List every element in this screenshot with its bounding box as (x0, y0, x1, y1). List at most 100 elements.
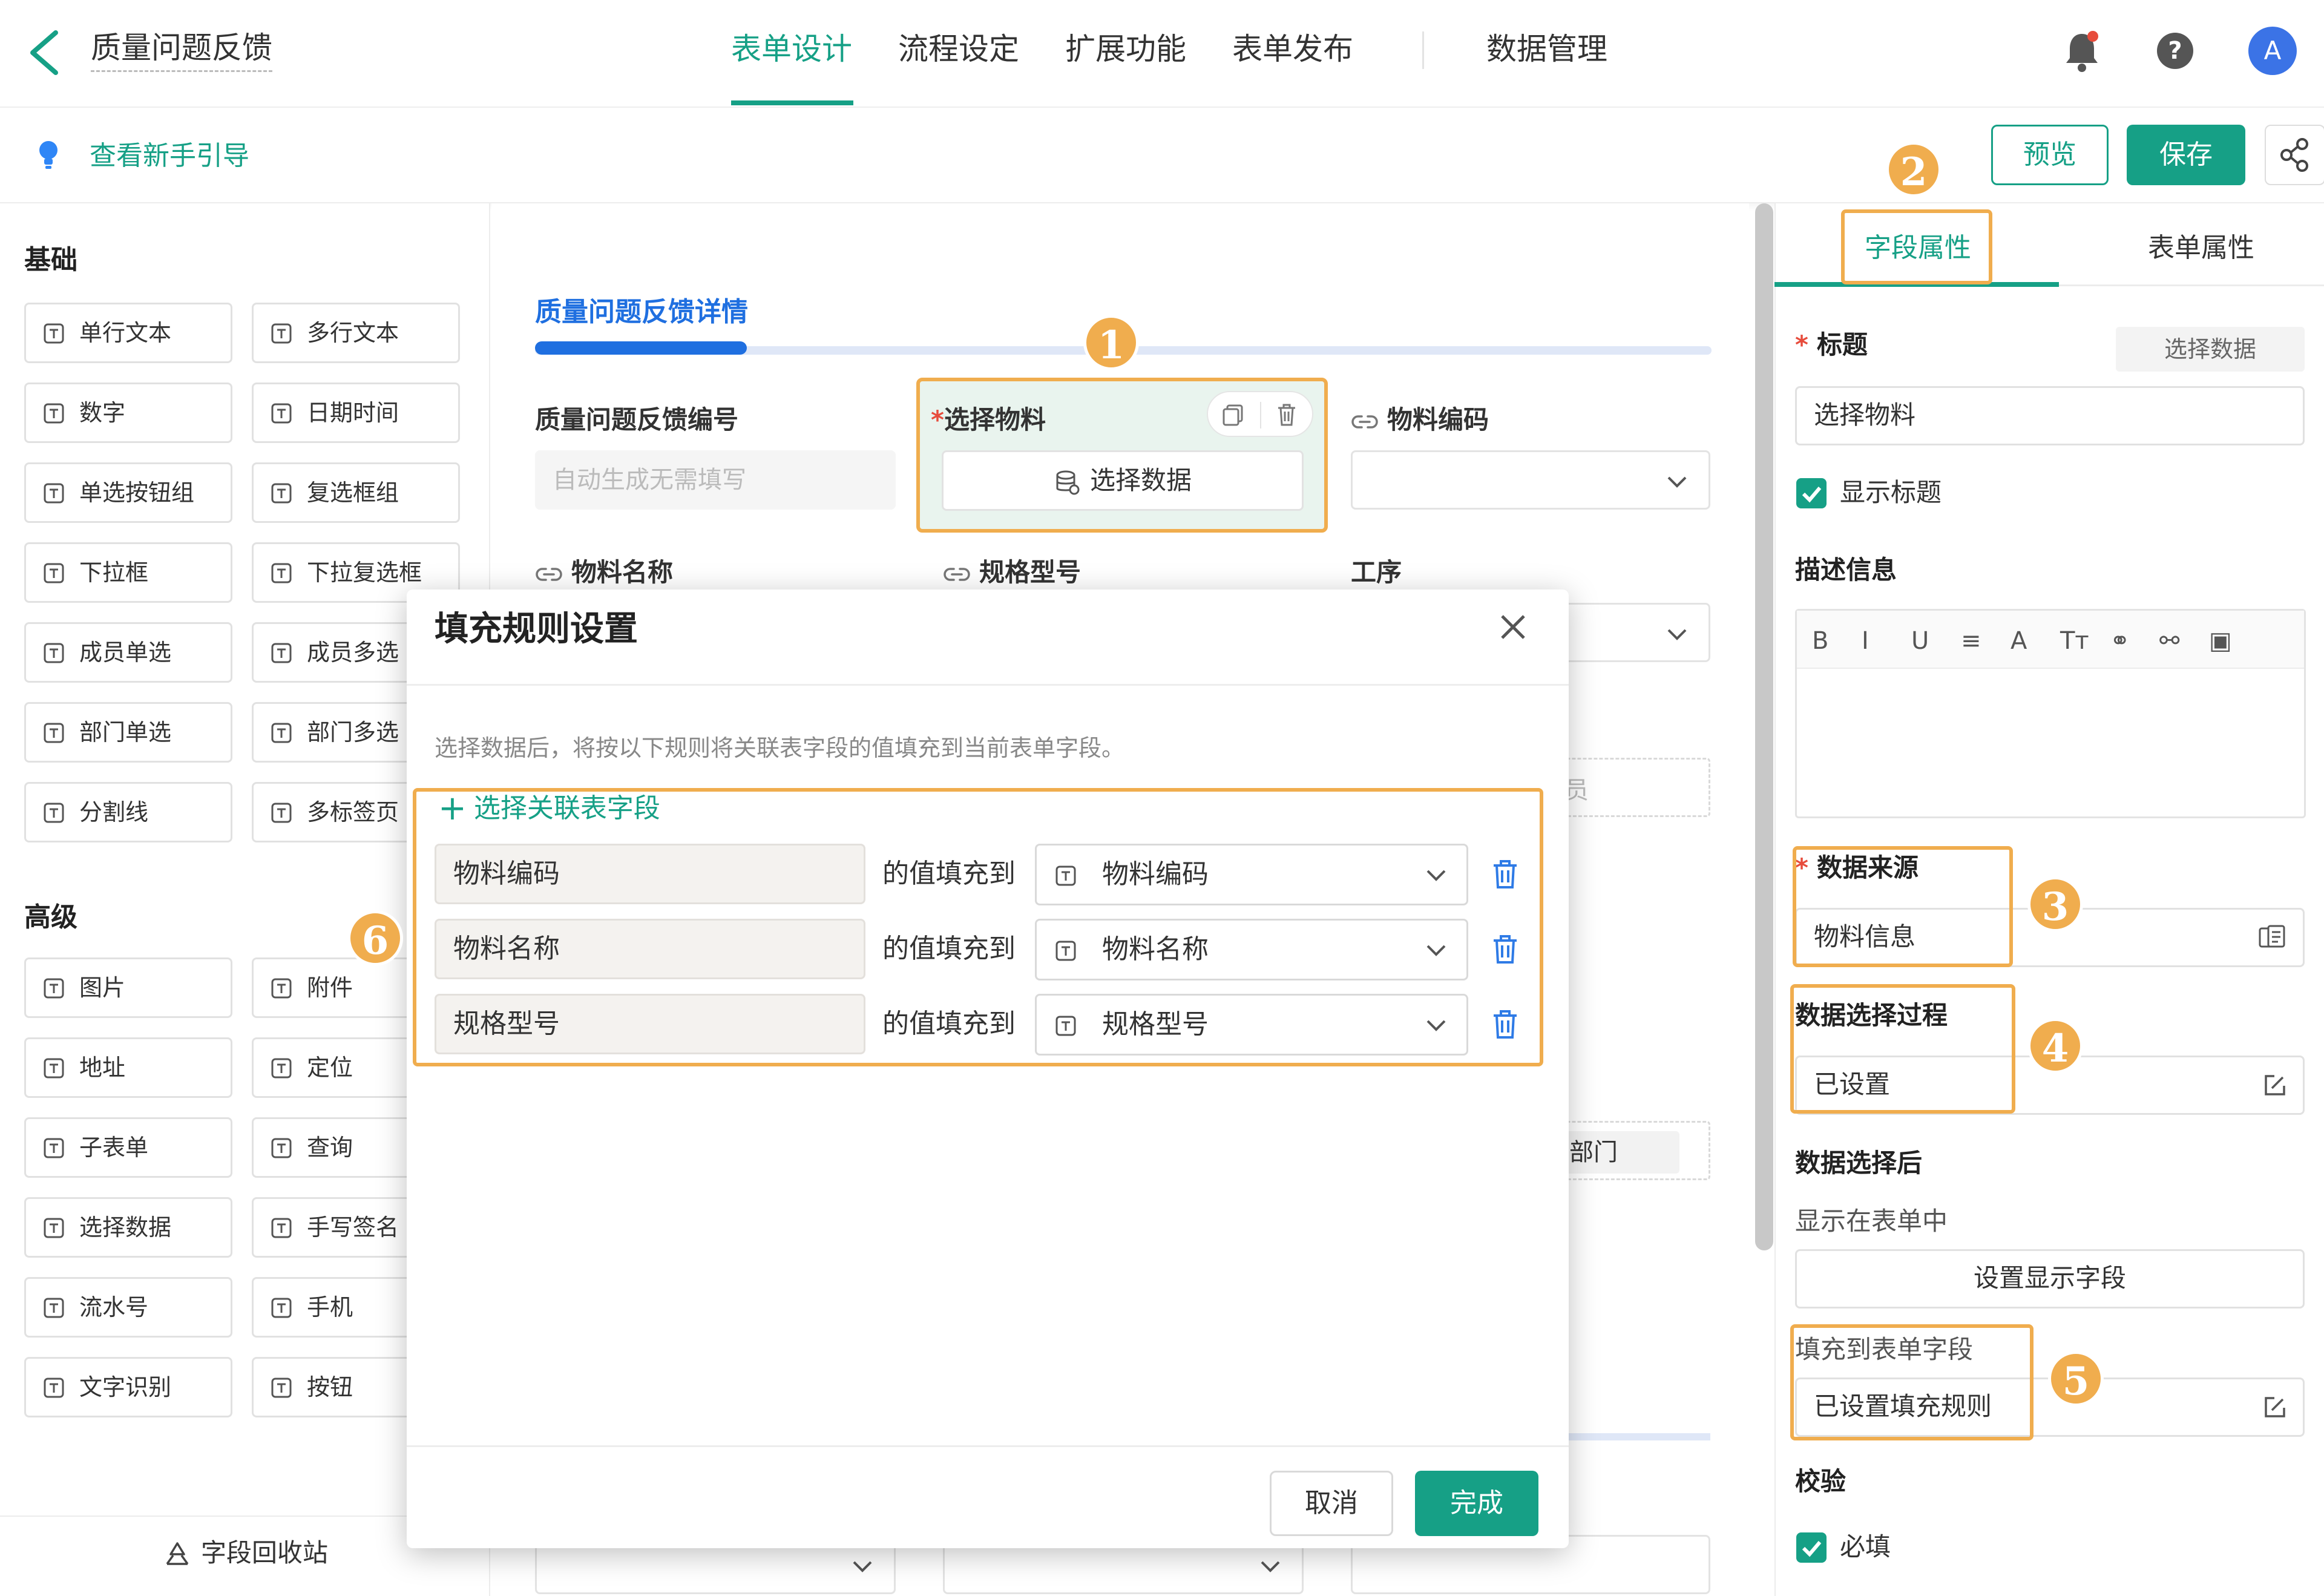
save-button[interactable]: 保存 (2127, 125, 2245, 185)
component-basic-10[interactable]: 部门单选 (24, 702, 232, 763)
component-label: 日期时间 (307, 399, 399, 426)
rule-source-field[interactable]: 规格型号 (435, 994, 865, 1054)
after-label: 数据选择后 (1795, 1148, 1923, 1178)
component-label: 下拉复选框 (307, 559, 422, 586)
component-icon (271, 1297, 292, 1319)
trash-icon[interactable] (1491, 858, 1519, 890)
component-advanced-2[interactable]: 地址 (24, 1037, 232, 1098)
rule-source-field[interactable]: 物料编码 (435, 844, 865, 904)
component-basic-3[interactable]: 日期时间 (252, 383, 460, 443)
field-label-select: *选择物料 (931, 405, 1046, 435)
code-input: 自动生成无需填写 (535, 450, 896, 510)
rule-target-select[interactable]: 规格型号 (1035, 994, 1468, 1056)
app-title[interactable]: 质量问题反馈 (91, 29, 272, 72)
component-icon (43, 1377, 65, 1399)
tab-form-props[interactable]: 表单属性 (2065, 224, 2324, 272)
editor-tool-icon[interactable]: U (1911, 627, 1929, 655)
component-basic-0[interactable]: 单行文本 (24, 303, 232, 363)
rule-target-select[interactable]: 物料名称 (1035, 919, 1468, 980)
back-arrow-icon[interactable] (24, 25, 67, 80)
database-icon (1054, 469, 1080, 496)
show-title-checkbox[interactable] (1796, 478, 1827, 508)
source-picker-icon[interactable] (2257, 924, 2288, 954)
editor-tool-icon[interactable]: B (1812, 627, 1828, 655)
step-badge-5: 5 (2048, 1351, 2104, 1407)
sub-toolbar (0, 108, 2324, 203)
component-icon (43, 1057, 65, 1079)
svg-text:?: ? (2168, 37, 2182, 65)
editor-tool-icon[interactable]: ▣ (2209, 627, 2232, 655)
close-icon[interactable] (1495, 609, 1531, 645)
bell-icon[interactable] (2063, 30, 2101, 73)
component-basic-8[interactable]: 成员单选 (24, 622, 232, 683)
component-advanced-4[interactable]: 子表单 (24, 1117, 232, 1178)
trash-icon[interactable] (1491, 1008, 1519, 1040)
rule-target-label: 物料名称 (1102, 934, 1209, 965)
field-label-process: 工序 (1351, 557, 1402, 587)
preview-button[interactable]: 预览 (1991, 125, 2109, 185)
step-badge-1: 1 (1083, 315, 1139, 370)
editor-tool-icon[interactable]: ≡ (1961, 627, 1981, 655)
share-icon (2280, 138, 2308, 172)
rule-source-field[interactable]: 物料名称 (435, 919, 865, 979)
component-icon (271, 1057, 292, 1079)
editor-tool-icon[interactable]: A (2011, 627, 2027, 655)
rule-target-label: 物料编码 (1102, 859, 1209, 890)
editor-tool-icon[interactable]: I (1862, 627, 1869, 655)
cancel-button[interactable]: 取消 (1270, 1471, 1393, 1536)
rule-target-label: 规格型号 (1102, 1009, 1209, 1040)
component-advanced-8[interactable]: 流水号 (24, 1277, 232, 1338)
editor-tool-icon[interactable]: ⚯ (2159, 627, 2180, 655)
tab-data-manage[interactable]: 数据管理 (1486, 28, 1607, 70)
basic-group-title: 基础 (24, 245, 77, 275)
component-basic-4[interactable]: 单选按钮组 (24, 462, 232, 523)
editor-tool-icon[interactable]: Tт (2060, 627, 2089, 655)
component-label: 手写签名 (307, 1214, 399, 1241)
rule-fill-to-label: 的值填充到 (882, 1008, 1016, 1039)
edit-icon[interactable] (2262, 1072, 2288, 1098)
done-button[interactable]: 完成 (1415, 1471, 1538, 1536)
plus-icon: + (438, 789, 467, 828)
component-advanced-6[interactable]: 选择数据 (24, 1197, 232, 1258)
edit-icon[interactable] (2262, 1394, 2288, 1420)
set-display-fields-button[interactable]: 设置显示字段 (1795, 1249, 2305, 1309)
chevron-down-icon (1261, 1561, 1280, 1572)
guide-link[interactable]: 查看新手引导 (90, 137, 249, 176)
component-label: 选择数据 (79, 1214, 172, 1241)
section-title[interactable]: 质量问题反馈详情 (535, 294, 748, 330)
help-icon[interactable]: ? (2156, 31, 2194, 70)
add-related-field-button[interactable]: + 选择关联表字段 (438, 790, 660, 827)
avatar[interactable]: A (2248, 27, 2297, 75)
tab-form-design[interactable]: 表单设计 (731, 28, 852, 70)
title-input[interactable]: 选择物料 (1795, 386, 2305, 445)
component-basic-2[interactable]: 数字 (24, 383, 232, 443)
component-advanced-10[interactable]: 文字识别 (24, 1357, 232, 1417)
rule-target-select[interactable]: 物料编码 (1035, 844, 1468, 905)
canvas-scrollbar[interactable] (1755, 203, 1773, 1250)
matcode-select[interactable] (1351, 450, 1710, 510)
component-advanced-0[interactable]: 图片 (24, 957, 232, 1018)
component-icon (43, 642, 65, 664)
check-icon (1802, 487, 1822, 503)
component-icon (271, 722, 292, 744)
tab-process[interactable]: 流程设定 (898, 28, 1019, 70)
select-data-button[interactable]: 选择数据 (942, 450, 1304, 511)
required-checkbox[interactable] (1796, 1532, 1827, 1563)
chevron-down-icon (1425, 1019, 1447, 1033)
title-select-data-button[interactable]: 选择数据 (2116, 327, 2305, 372)
component-basic-5[interactable]: 复选框组 (252, 462, 460, 523)
tab-extensions[interactable]: 扩展功能 (1065, 28, 1186, 70)
component-label: 单行文本 (79, 320, 172, 346)
editor-tool-icon[interactable]: ⚭ (2110, 627, 2130, 655)
component-basic-12[interactable]: 分割线 (24, 782, 232, 842)
component-label: 文字识别 (79, 1374, 172, 1401)
tab-publish[interactable]: 表单发布 (1232, 28, 1353, 70)
component-basic-1[interactable]: 多行文本 (252, 303, 460, 363)
dialog-description: 选择数据后，将按以下规则将关联表字段的值填充到当前表单字段。 (435, 735, 1125, 761)
desc-label: 描述信息 (1795, 555, 1897, 585)
share-button[interactable] (2265, 125, 2324, 185)
component-basic-6[interactable]: 下拉框 (24, 542, 232, 603)
step-badge-3: 3 (2027, 876, 2083, 932)
trash-icon[interactable] (1491, 933, 1519, 965)
chevron-down-icon (1425, 944, 1447, 958)
